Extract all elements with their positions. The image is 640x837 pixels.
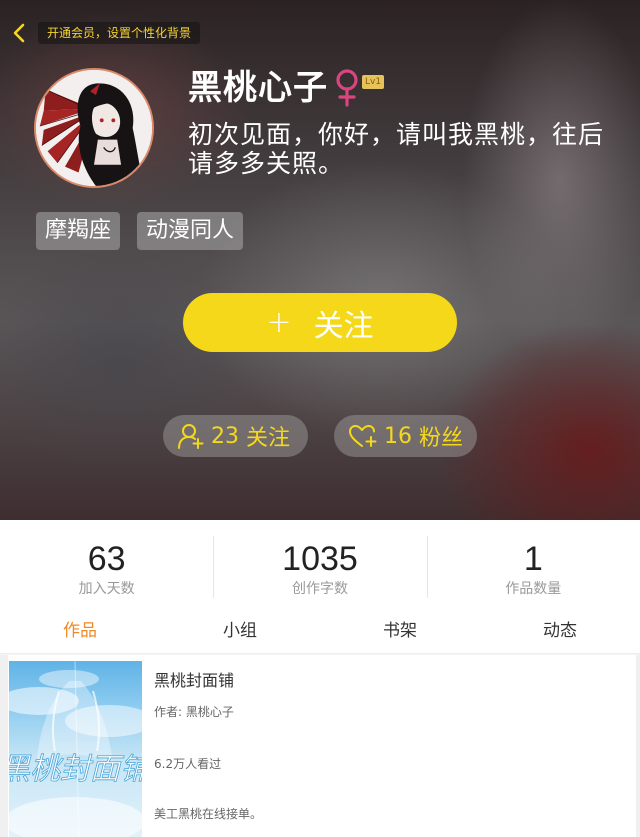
nickname: 黑桃心子 (188, 68, 328, 108)
avatar-illustration (36, 70, 152, 186)
fans-count: 16 (384, 423, 412, 449)
cover-title-top: 黑桃封面铺 (9, 752, 142, 787)
tab-works[interactable]: 作品 (0, 608, 160, 653)
stat-works-count: 1 作品数量 (426, 520, 640, 608)
stat-word-count: 1035 创作字数 (213, 520, 426, 608)
following-label: 关注 (246, 426, 291, 451)
stat-value: 1 (523, 540, 543, 578)
stats-bar: 63 加入天数 1035 创作字数 1 作品数量 (0, 520, 640, 608)
tab-bookshelf[interactable]: 书架 (320, 608, 480, 653)
tab-activity[interactable]: 动态 (480, 608, 640, 653)
chevron-left-icon (13, 23, 25, 43)
stat-label: 加入天数 (78, 581, 135, 597)
work-description: 美工黑桃在线接单。 (154, 807, 263, 821)
following-count-button[interactable]: 23 关注 (163, 415, 308, 457)
stat-label: 作品数量 (505, 581, 562, 597)
fans-label: 粉丝 (419, 426, 464, 451)
vip-background-promo[interactable]: 开通会员，设置个性化背景 (38, 22, 201, 44)
book-cover[interactable]: 黑桃封面铺 (9, 661, 142, 837)
tab-groups[interactable]: 小组 (160, 608, 320, 653)
tag-zodiac: 摩羯座 (36, 212, 121, 250)
follow-button[interactable]: + 关注 (183, 293, 457, 352)
profile-header: 开通会员，设置个性化背景 黑桃心子 Lv1 初次见面，你好，请叫我黑桃，往后请多… (0, 0, 640, 520)
tag-interest: 动漫同人 (137, 212, 244, 250)
work-author: 作者: 黑桃心子 (154, 705, 234, 719)
work-views: 6.2万人看过 (154, 757, 222, 771)
top-bar: 开通会员，设置个性化背景 (0, 20, 640, 46)
profile-tags: 摩羯座 动漫同人 (36, 212, 244, 250)
work-title[interactable]: 黑桃封面铺 (154, 667, 234, 691)
nickname-row: 黑桃心子 Lv1 (188, 66, 385, 110)
stat-value: 63 (87, 540, 126, 578)
plus-icon: + (266, 305, 292, 340)
work-card[interactable]: 黑桃封面铺 黑桃封面铺 作者: 黑桃心子 6.2万人看过 美工黑桃在线接单。 (0, 655, 640, 837)
stat-label: 创作字数 (291, 581, 348, 597)
follow-button-label: 关注 (313, 308, 374, 344)
female-icon (336, 69, 358, 107)
user-add-icon (178, 424, 204, 449)
following-count: 23 (211, 423, 239, 449)
cover-illustration: 黑桃封面铺 (9, 661, 142, 837)
stat-join-days: 63 加入天数 (0, 520, 213, 608)
level-badge: Lv1 (362, 75, 385, 89)
stat-value: 1035 (282, 540, 358, 578)
back-button[interactable] (8, 20, 30, 46)
heart-add-icon (349, 425, 377, 447)
profile-tabs: 作品 小组 书架 动态 (0, 608, 640, 654)
fans-count-button[interactable]: 16 粉丝 (334, 415, 477, 457)
avatar[interactable] (34, 68, 154, 188)
profile-bio: 初次见面，你好，请叫我黑桃，往后请多多关照。 (188, 120, 605, 178)
